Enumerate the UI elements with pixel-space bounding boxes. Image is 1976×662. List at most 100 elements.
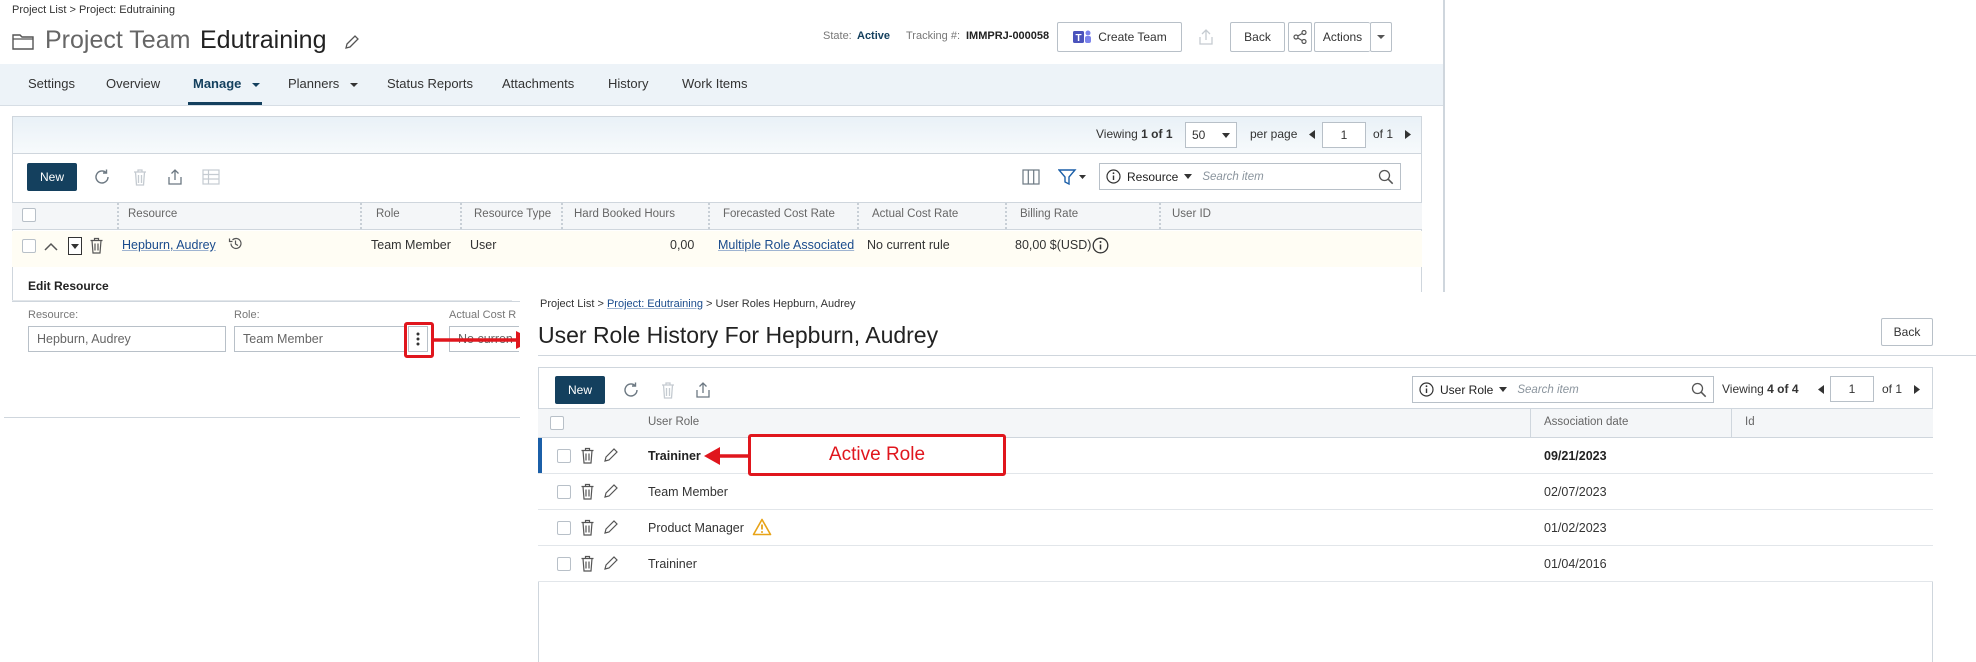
row-menu-button[interactable] bbox=[68, 237, 82, 255]
column-header-billing-rate[interactable]: Billing Rate bbox=[1020, 208, 1078, 220]
column-header-resource[interactable]: Resource bbox=[128, 208, 177, 220]
trash-icon[interactable] bbox=[89, 237, 104, 254]
actions-button[interactable]: Actions bbox=[1314, 22, 1370, 52]
user-role-search-box[interactable]: User Role Search item bbox=[1412, 376, 1714, 403]
divider bbox=[12, 300, 512, 301]
search-input[interactable]: Search item bbox=[1517, 384, 1578, 396]
forecasted-cost-rate-link[interactable]: Multiple Role Associated bbox=[718, 238, 854, 252]
role-field-label: Role: bbox=[234, 309, 260, 321]
column-resize-handle[interactable] bbox=[1005, 203, 1007, 229]
edit-pencil-icon[interactable] bbox=[343, 34, 360, 51]
page-number-input[interactable]: 1 bbox=[1322, 122, 1366, 148]
edit-pencil-icon[interactable] bbox=[603, 555, 619, 571]
history-icon[interactable] bbox=[228, 236, 243, 251]
pager-viewing: Viewing 1 of 1 bbox=[1096, 127, 1173, 141]
row-checkbox[interactable] bbox=[22, 239, 36, 253]
trash-icon[interactable] bbox=[580, 555, 595, 572]
column-resize-handle[interactable] bbox=[460, 203, 462, 229]
export-icon[interactable] bbox=[694, 381, 712, 399]
active-row-indicator bbox=[538, 438, 542, 473]
role-field[interactable]: Team Member bbox=[234, 326, 406, 352]
role-cell: Team Member bbox=[371, 238, 451, 252]
new-button[interactable]: New bbox=[555, 376, 605, 404]
tab-planners-label: Planners bbox=[288, 76, 340, 91]
tab-settings[interactable]: Settings bbox=[28, 76, 75, 91]
tab-attachments[interactable]: Attachments bbox=[502, 76, 574, 91]
info-icon[interactable] bbox=[1092, 237, 1109, 254]
caret-down-icon bbox=[1499, 387, 1508, 392]
per-page-label: per page bbox=[1250, 127, 1298, 141]
trash-icon[interactable] bbox=[580, 483, 595, 500]
column-header-hard-booked-hours[interactable]: Hard Booked Hours bbox=[574, 208, 675, 220]
column-header-id[interactable]: Id bbox=[1745, 416, 1755, 428]
refresh-icon[interactable] bbox=[622, 381, 640, 399]
tab-history[interactable]: History bbox=[608, 76, 648, 91]
column-divider[interactable] bbox=[1530, 409, 1531, 437]
create-team-button[interactable]: T Create Team bbox=[1057, 22, 1182, 52]
table-row[interactable] bbox=[538, 510, 1933, 546]
select-all-checkbox[interactable] bbox=[550, 416, 564, 430]
search-scope-select[interactable]: Resource bbox=[1127, 170, 1178, 184]
select-all-checkbox[interactable] bbox=[22, 208, 36, 222]
column-header-association-date[interactable]: Association date bbox=[1544, 416, 1628, 428]
column-header-role[interactable]: Role bbox=[376, 208, 400, 220]
page-number-input[interactable]: 1 bbox=[1830, 376, 1874, 402]
back-button[interactable]: Back bbox=[1230, 22, 1285, 52]
column-resize-handle[interactable] bbox=[360, 203, 362, 229]
row-checkbox[interactable] bbox=[557, 485, 571, 499]
trash-icon[interactable] bbox=[580, 519, 595, 536]
filter-icon[interactable] bbox=[1058, 168, 1088, 186]
tab-manage[interactable]: Manage bbox=[193, 76, 261, 91]
next-page-icon[interactable] bbox=[1405, 130, 1411, 139]
search-input[interactable]: Search item bbox=[1202, 171, 1263, 183]
column-resize-handle[interactable] bbox=[561, 203, 563, 229]
row-checkbox[interactable] bbox=[557, 557, 571, 571]
prev-page-icon[interactable] bbox=[1309, 130, 1315, 139]
row-checkbox[interactable] bbox=[557, 449, 571, 463]
caret-down-icon bbox=[349, 83, 358, 87]
column-resize-handle[interactable] bbox=[1159, 203, 1161, 229]
edit-pencil-icon[interactable] bbox=[603, 519, 619, 535]
resource-name-link[interactable]: Hepburn, Audrey bbox=[122, 238, 216, 252]
share-network-button[interactable] bbox=[1288, 22, 1312, 52]
tab-work-items[interactable]: Work Items bbox=[682, 76, 748, 91]
row-checkbox[interactable] bbox=[557, 521, 571, 535]
tab-planners[interactable]: Planners bbox=[288, 76, 359, 91]
column-resize-handle[interactable] bbox=[117, 203, 119, 229]
search-scope-select[interactable]: User Role bbox=[1440, 383, 1493, 397]
caret-down-icon bbox=[1184, 174, 1193, 179]
column-resize-handle[interactable] bbox=[857, 203, 859, 229]
refresh-icon[interactable] bbox=[93, 168, 111, 186]
column-header-user-id[interactable]: User ID bbox=[1172, 208, 1211, 220]
table-row[interactable] bbox=[12, 231, 1422, 267]
breadcrumb-project-link[interactable]: Project: Edutraining bbox=[607, 298, 703, 310]
column-header-user-role[interactable]: User Role bbox=[648, 416, 699, 428]
new-button[interactable]: New bbox=[27, 163, 77, 191]
actions-dropdown-button[interactable] bbox=[1370, 22, 1392, 52]
tab-status-reports[interactable]: Status Reports bbox=[387, 76, 473, 91]
tab-overview[interactable]: Overview bbox=[106, 76, 160, 91]
table-row[interactable] bbox=[538, 474, 1933, 510]
column-divider[interactable] bbox=[1731, 409, 1732, 437]
search-icon[interactable] bbox=[1691, 382, 1707, 398]
table-row[interactable] bbox=[538, 546, 1933, 582]
columns-icon[interactable] bbox=[1022, 169, 1040, 185]
back-button[interactable]: Back bbox=[1881, 318, 1933, 346]
edit-pencil-icon[interactable] bbox=[603, 447, 619, 463]
trash-icon[interactable] bbox=[580, 447, 595, 464]
info-icon bbox=[1419, 382, 1434, 397]
chevron-up-icon[interactable] bbox=[44, 242, 58, 251]
column-header-forecasted-cost-rate[interactable]: Forecasted Cost Rate bbox=[723, 208, 835, 220]
export-icon[interactable] bbox=[166, 168, 184, 186]
breadcrumb[interactable]: Project List > Project: Edutraining bbox=[12, 4, 175, 16]
per-page-select[interactable]: 50 bbox=[1185, 122, 1237, 148]
edit-pencil-icon[interactable] bbox=[603, 483, 619, 499]
column-header-resource-type[interactable]: Resource Type bbox=[474, 208, 551, 220]
next-page-icon[interactable] bbox=[1914, 385, 1920, 394]
resource-search-box[interactable]: Resource Search item bbox=[1099, 163, 1401, 190]
prev-page-icon[interactable] bbox=[1818, 385, 1824, 394]
column-resize-handle[interactable] bbox=[708, 203, 710, 229]
column-header-actual-cost-rate[interactable]: Actual Cost Rate bbox=[872, 208, 958, 220]
resource-field[interactable]: Hepburn, Audrey bbox=[28, 326, 226, 352]
search-icon[interactable] bbox=[1378, 169, 1394, 185]
